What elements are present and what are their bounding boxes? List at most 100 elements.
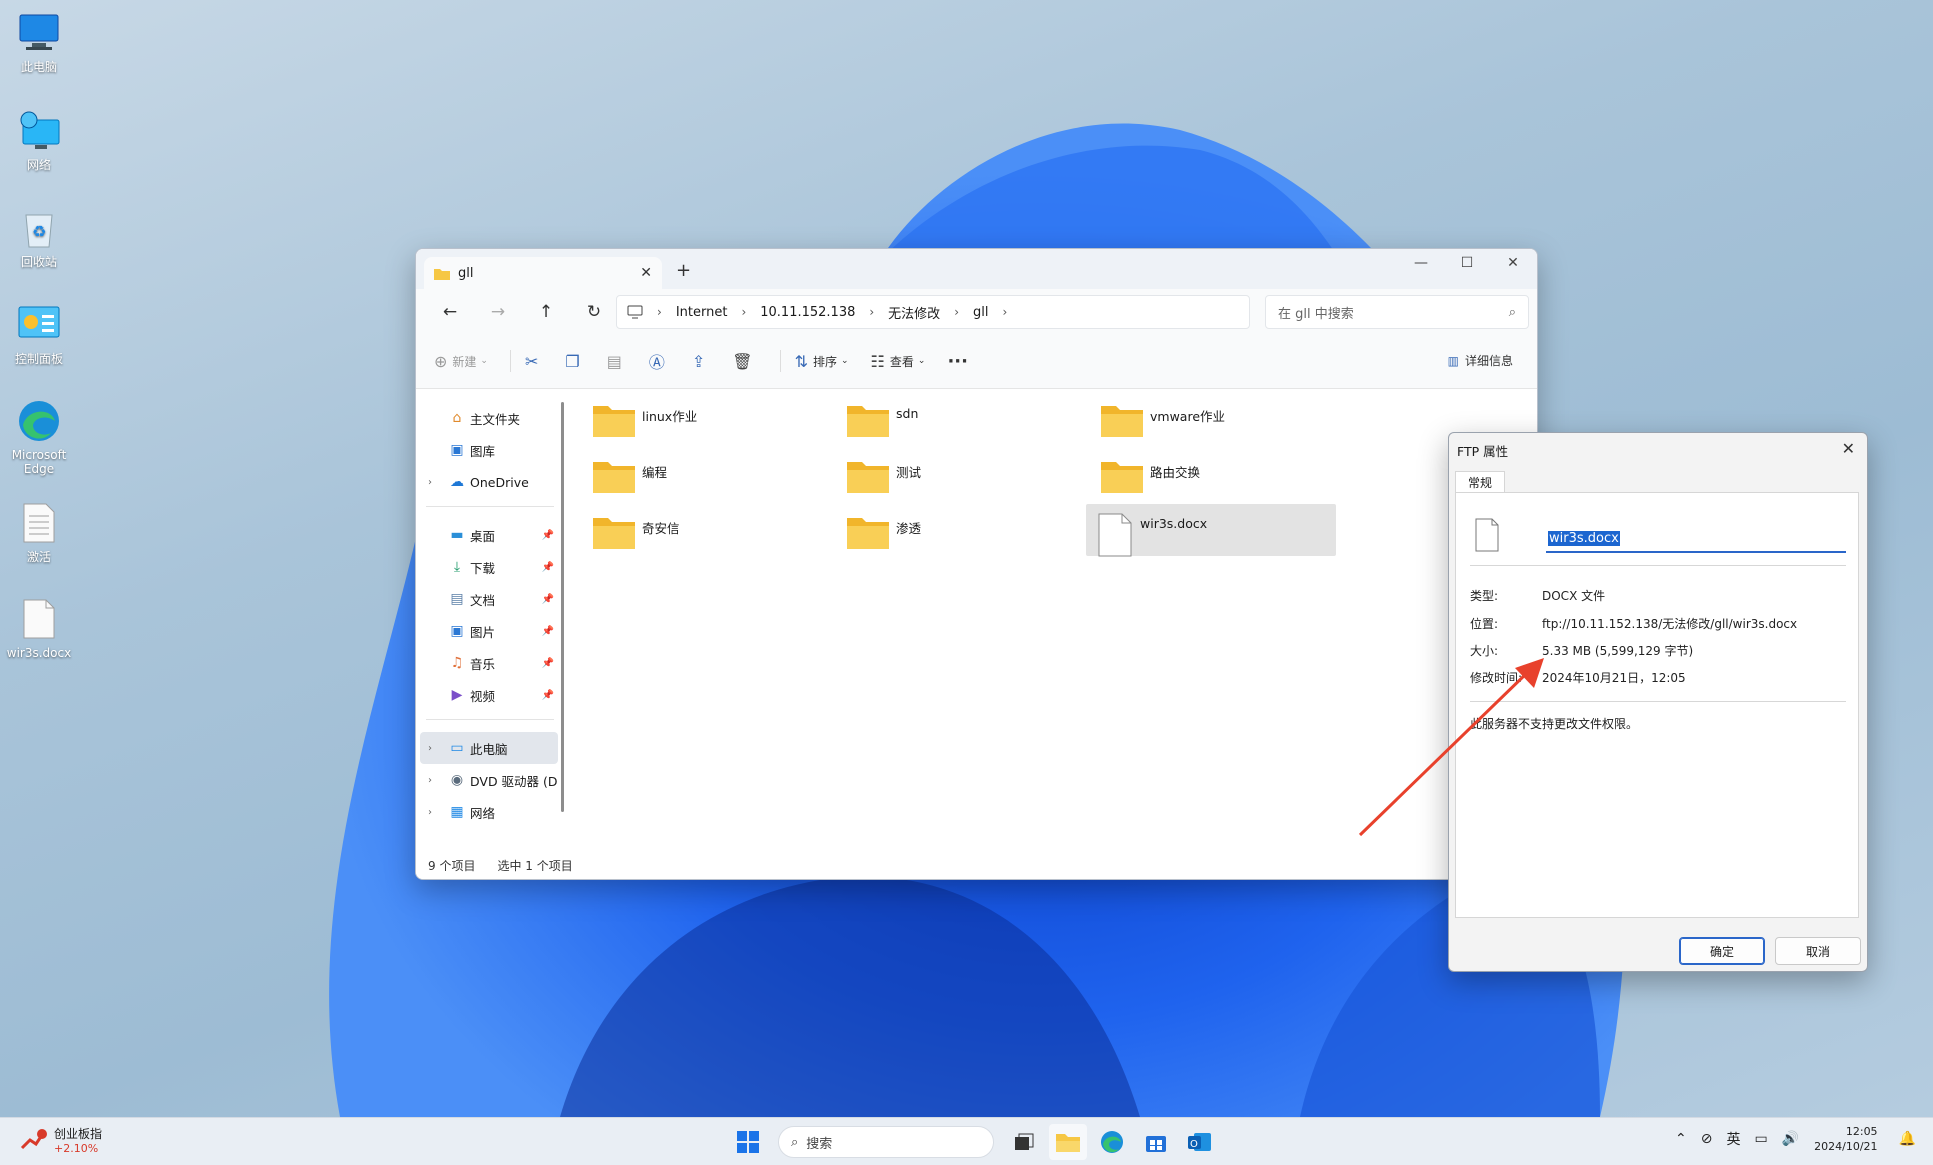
- folder-item-test[interactable]: 测试: [836, 450, 1086, 502]
- chevron-right-icon[interactable]: ›: [428, 743, 432, 754]
- close-button[interactable]: ✕: [1493, 255, 1533, 271]
- sidebar-item-downloads[interactable]: ⤓ 下载 📌: [416, 551, 564, 583]
- tab-general[interactable]: 常规: [1455, 471, 1505, 493]
- sidebar-item-onedrive[interactable]: › ☁ OneDrive: [416, 466, 564, 498]
- sort-button[interactable]: ⇅ 排序 ⌄: [795, 352, 849, 371]
- sidebar-item-videos[interactable]: ▶ 视频 📌: [416, 679, 564, 711]
- desktop-icon-recycle-bin[interactable]: ♻ 回收站: [4, 205, 74, 269]
- chevron-up-icon[interactable]: ⌃: [1675, 1131, 1687, 1147]
- folder-icon: [847, 406, 889, 437]
- paste-button[interactable]: ▤: [607, 352, 627, 371]
- desktop-icon-activate[interactable]: 激活: [4, 500, 74, 564]
- sidebar-item-gallery[interactable]: ▣ 图库: [416, 434, 564, 466]
- chevron-right-icon[interactable]: ›: [428, 477, 432, 488]
- search-icon: ⌕: [791, 1134, 799, 1150]
- ime-indicator[interactable]: 英: [1726, 1129, 1740, 1149]
- copy-button[interactable]: ❐: [565, 352, 584, 371]
- task-view-button[interactable]: [1005, 1124, 1043, 1160]
- chevron-right-icon[interactable]: ›: [428, 775, 432, 786]
- breadcrumb-internet[interactable]: Internet: [676, 305, 728, 320]
- share-button[interactable]: ⇪: [692, 352, 710, 371]
- desktop-icon-label: 回收站: [20, 255, 57, 269]
- stock-widget[interactable]: 创业板指 +2.10%: [20, 1125, 102, 1155]
- close-icon[interactable]: ✕: [1842, 439, 1855, 458]
- taskbar-outlook[interactable]: O: [1181, 1124, 1219, 1160]
- annotation-arrow: [1358, 658, 1544, 837]
- new-tab-button[interactable]: +: [676, 260, 691, 281]
- desktop-icon-docx[interactable]: wir3s.docx: [4, 596, 74, 660]
- breadcrumb-folder[interactable]: 无法修改: [888, 303, 940, 322]
- desktop-icon-network[interactable]: 网络: [4, 108, 74, 172]
- sidebar-item-desktop[interactable]: ▬ 桌面 📌: [416, 519, 564, 551]
- folder-item-programming[interactable]: 编程: [582, 450, 832, 502]
- delete-button[interactable]: 🗑: [732, 352, 757, 371]
- home-icon: ⌂: [452, 410, 462, 426]
- chevron-right-icon[interactable]: ›: [428, 807, 432, 818]
- breadcrumb-host[interactable]: 10.11.152.138: [760, 305, 855, 320]
- cloud-off-icon[interactable]: ⊘: [1701, 1131, 1713, 1147]
- taskbar-search-label: 搜索: [806, 1136, 833, 1152]
- desktop-icon-edge[interactable]: Microsoft Edge: [4, 398, 74, 476]
- view-button[interactable]: ☷ 查看 ⌄: [871, 352, 926, 371]
- breadcrumb-current[interactable]: gll: [973, 305, 988, 320]
- system-tray: ⌃ ⊘ 英 ▭ 🔊 12:05 2024/10/21 🔔: [1668, 1124, 1923, 1154]
- start-button[interactable]: [729, 1124, 767, 1160]
- clock[interactable]: 12:05 2024/10/21: [1814, 1124, 1877, 1154]
- close-tab-icon[interactable]: ✕: [640, 265, 652, 281]
- volume-icon[interactable]: 🔊: [1782, 1131, 1799, 1147]
- up-arrow-icon[interactable]: ↑: [522, 302, 570, 322]
- cut-button[interactable]: ✂: [525, 352, 543, 371]
- folder-item-pentest[interactable]: 渗透: [836, 506, 1086, 558]
- ok-button[interactable]: 确定: [1679, 937, 1765, 965]
- filename-field[interactable]: wir3s.docx: [1546, 525, 1846, 553]
- cancel-button[interactable]: 取消: [1775, 937, 1861, 965]
- sidebar-scrollbar[interactable]: [561, 402, 564, 812]
- folder-item-linux[interactable]: linux作业: [582, 394, 832, 446]
- edge-icon: [16, 398, 62, 444]
- folder-icon: [1056, 1134, 1080, 1152]
- taskbar-file-explorer[interactable]: [1049, 1124, 1087, 1160]
- sidebar-item-network[interactable]: › ▦ 网络: [416, 796, 564, 828]
- sidebar-item-dvd[interactable]: › ◉ DVD 驱动器 (D: [416, 764, 564, 796]
- address-bar[interactable]: › Internet › 10.11.152.138 › 无法修改 › gll …: [616, 295, 1250, 329]
- sidebar-item-documents[interactable]: ▤ 文档 📌: [416, 583, 564, 615]
- file-name: wir3s.docx: [1140, 516, 1208, 531]
- pin-icon: 📌: [541, 561, 554, 573]
- pictures-icon: ▣: [450, 623, 464, 639]
- file-item-docx[interactable]: wir3s.docx: [1086, 504, 1336, 557]
- maximize-button[interactable]: ☐: [1447, 255, 1487, 271]
- minimize-button[interactable]: —: [1401, 255, 1441, 271]
- folder-item-qianxin[interactable]: 奇安信: [582, 506, 832, 558]
- stock-name: 创业板指: [54, 1127, 103, 1141]
- scissors-icon: ✂: [524, 351, 539, 371]
- tab-gll[interactable]: gll ✕: [424, 257, 662, 289]
- pin-icon: 📌: [541, 657, 554, 669]
- taskbar-store[interactable]: [1137, 1124, 1175, 1160]
- sidebar-item-this-pc[interactable]: › ▭ 此电脑: [420, 732, 558, 764]
- refresh-icon[interactable]: ↻: [570, 302, 618, 322]
- network-status-icon[interactable]: ▭: [1754, 1131, 1767, 1147]
- sidebar-item-music[interactable]: ♫ 音乐 📌: [416, 647, 564, 679]
- sidebar-item-home[interactable]: ⌂ 主文件夹: [416, 402, 564, 434]
- taskbar-search[interactable]: ⌕ 搜索: [778, 1126, 994, 1158]
- folder-item-sdn[interactable]: sdn: [836, 394, 1086, 446]
- back-arrow-icon[interactable]: ←: [426, 302, 474, 322]
- rename-button[interactable]: Ⓐ: [649, 349, 670, 373]
- search-input[interactable]: 在 gll 中搜索 ⌕: [1265, 295, 1529, 329]
- sidebar-item-pictures[interactable]: ▣ 图片 📌: [416, 615, 564, 647]
- folder-item-routing[interactable]: 路由交换: [1090, 450, 1340, 502]
- details-button[interactable]: ▥ 详细信息: [1448, 352, 1513, 369]
- forward-arrow-icon[interactable]: →: [474, 302, 522, 322]
- new-button[interactable]: ⊕ 新建 ⌄: [434, 352, 488, 371]
- taskbar-edge[interactable]: [1093, 1124, 1131, 1160]
- more-button[interactable]: ···: [947, 351, 968, 372]
- notification-icon[interactable]: 🔔: [1899, 1131, 1916, 1147]
- file-name: 编程: [642, 465, 668, 480]
- file-name: 渗透: [896, 521, 922, 536]
- folder-item-vmware[interactable]: vmware作业: [1090, 394, 1340, 446]
- desktop-icon-this-pc[interactable]: 此电脑: [4, 10, 74, 74]
- store-icon: [1146, 1136, 1166, 1152]
- dialog-title-bar: FTP 属性 ✕: [1449, 433, 1867, 467]
- selection-count: 选中 1 个项目: [497, 858, 573, 873]
- desktop-icon-control-panel[interactable]: 控制面板: [4, 302, 74, 366]
